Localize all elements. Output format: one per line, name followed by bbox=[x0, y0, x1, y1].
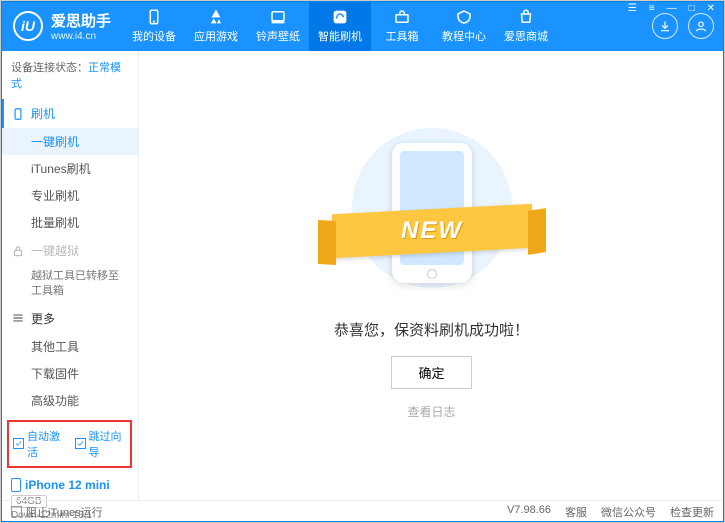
sidebar: 设备连接状态：正常模式 刷机 一键刷机 iTunes刷机 专业刷机 批量刷机 一… bbox=[1, 51, 139, 500]
logo-icon: iU bbox=[13, 11, 43, 41]
store-icon bbox=[517, 8, 535, 26]
sidebar-item-batch-flash[interactable]: 批量刷机 bbox=[1, 209, 138, 236]
success-illustration: NEW bbox=[322, 131, 542, 301]
close-button[interactable]: ✕ bbox=[704, 3, 718, 14]
check-update-link[interactable]: 检查更新 bbox=[670, 504, 714, 520]
connection-status: 设备连接状态：正常模式 bbox=[1, 51, 138, 99]
maximize-button[interactable]: □ bbox=[686, 3, 698, 14]
user-button[interactable] bbox=[688, 13, 714, 39]
nav-toolbox[interactable]: 工具箱 bbox=[371, 1, 433, 51]
options-box: 自动激活 跳过向导 bbox=[7, 420, 132, 468]
sidebar-item-other-tools[interactable]: 其他工具 bbox=[1, 333, 138, 360]
lock-icon bbox=[11, 244, 25, 258]
nav-store[interactable]: 爱思商城 bbox=[495, 1, 557, 51]
media-icon bbox=[269, 8, 287, 26]
brand: iU 爱思助手 www.i4.cn bbox=[1, 10, 123, 42]
success-message: 恭喜您，保资料刷机成功啦！ bbox=[334, 319, 529, 340]
nav-my-device[interactable]: 我的设备 bbox=[123, 1, 185, 51]
header: iU 爱思助手 www.i4.cn 我的设备 应用游戏 铃声壁纸 智能刷机 bbox=[1, 1, 724, 51]
nav-label: 我的设备 bbox=[132, 28, 176, 44]
flash-section-icon bbox=[11, 107, 25, 121]
nav-label: 爱思商城 bbox=[504, 28, 548, 44]
sidebar-item-advanced[interactable]: 高级功能 bbox=[1, 387, 138, 414]
nav-apps[interactable]: 应用游戏 bbox=[185, 1, 247, 51]
confirm-button[interactable]: 确定 bbox=[391, 356, 471, 389]
nav-label: 教程中心 bbox=[442, 28, 486, 44]
sidebar-item-oneclick-flash[interactable]: 一键刷机 bbox=[1, 128, 138, 155]
apps-icon bbox=[207, 8, 225, 26]
help-icon bbox=[455, 8, 473, 26]
device-icon bbox=[145, 8, 163, 26]
toolbox-icon bbox=[393, 8, 411, 26]
main-content: NEW 恭喜您，保资料刷机成功啦！ 确定 查看日志 bbox=[139, 51, 724, 500]
app-url: www.i4.cn bbox=[51, 31, 111, 42]
new-ribbon: NEW bbox=[401, 217, 463, 245]
view-log-link[interactable]: 查看日志 bbox=[407, 403, 455, 420]
nav-label: 智能刷机 bbox=[318, 28, 362, 44]
top-nav: 我的设备 应用游戏 铃声壁纸 智能刷机 工具箱 教程中心 爱思商城 bbox=[123, 1, 557, 51]
section-flash[interactable]: 刷机 bbox=[1, 99, 138, 128]
sidebar-item-download-firmware[interactable]: 下载固件 bbox=[1, 360, 138, 387]
checkbox-block-itunes[interactable]: 阻止iTunes运行 bbox=[11, 504, 103, 520]
version-label: V7.98.66 bbox=[507, 504, 551, 520]
nav-label: 工具箱 bbox=[386, 28, 419, 44]
nav-media[interactable]: 铃声壁纸 bbox=[247, 1, 309, 51]
sidebar-item-pro-flash[interactable]: 专业刷机 bbox=[1, 182, 138, 209]
nav-label: 铃声壁纸 bbox=[256, 28, 300, 44]
minimize-button[interactable]: — bbox=[664, 3, 680, 14]
jailbreak-note: 越狱工具已转移至 工具箱 bbox=[1, 265, 138, 304]
flash-icon bbox=[331, 8, 349, 26]
checkbox-skip-guide[interactable]: 跳过向导 bbox=[75, 428, 127, 460]
app-title: 爱思助手 bbox=[51, 10, 111, 31]
phone-icon bbox=[11, 478, 21, 492]
nav-flash[interactable]: 智能刷机 bbox=[309, 1, 371, 51]
list-icon[interactable]: ≡ bbox=[646, 3, 658, 14]
checkbox-auto-activate[interactable]: 自动激活 bbox=[13, 428, 65, 460]
nav-help[interactable]: 教程中心 bbox=[433, 1, 495, 51]
wechat-link[interactable]: 微信公众号 bbox=[601, 504, 656, 520]
section-more[interactable]: 更多 bbox=[1, 304, 138, 333]
nav-label: 应用游戏 bbox=[194, 28, 238, 44]
download-button[interactable] bbox=[652, 13, 678, 39]
menu-icon[interactable]: ☰ bbox=[625, 3, 640, 14]
section-jailbreak: 一键越狱 bbox=[1, 236, 138, 265]
support-link[interactable]: 客服 bbox=[565, 504, 587, 520]
sidebar-item-itunes-flash[interactable]: iTunes刷机 bbox=[1, 155, 138, 182]
more-icon bbox=[11, 311, 25, 325]
status-bar: 阻止iTunes运行 V7.98.66 客服 微信公众号 检查更新 bbox=[1, 500, 724, 522]
